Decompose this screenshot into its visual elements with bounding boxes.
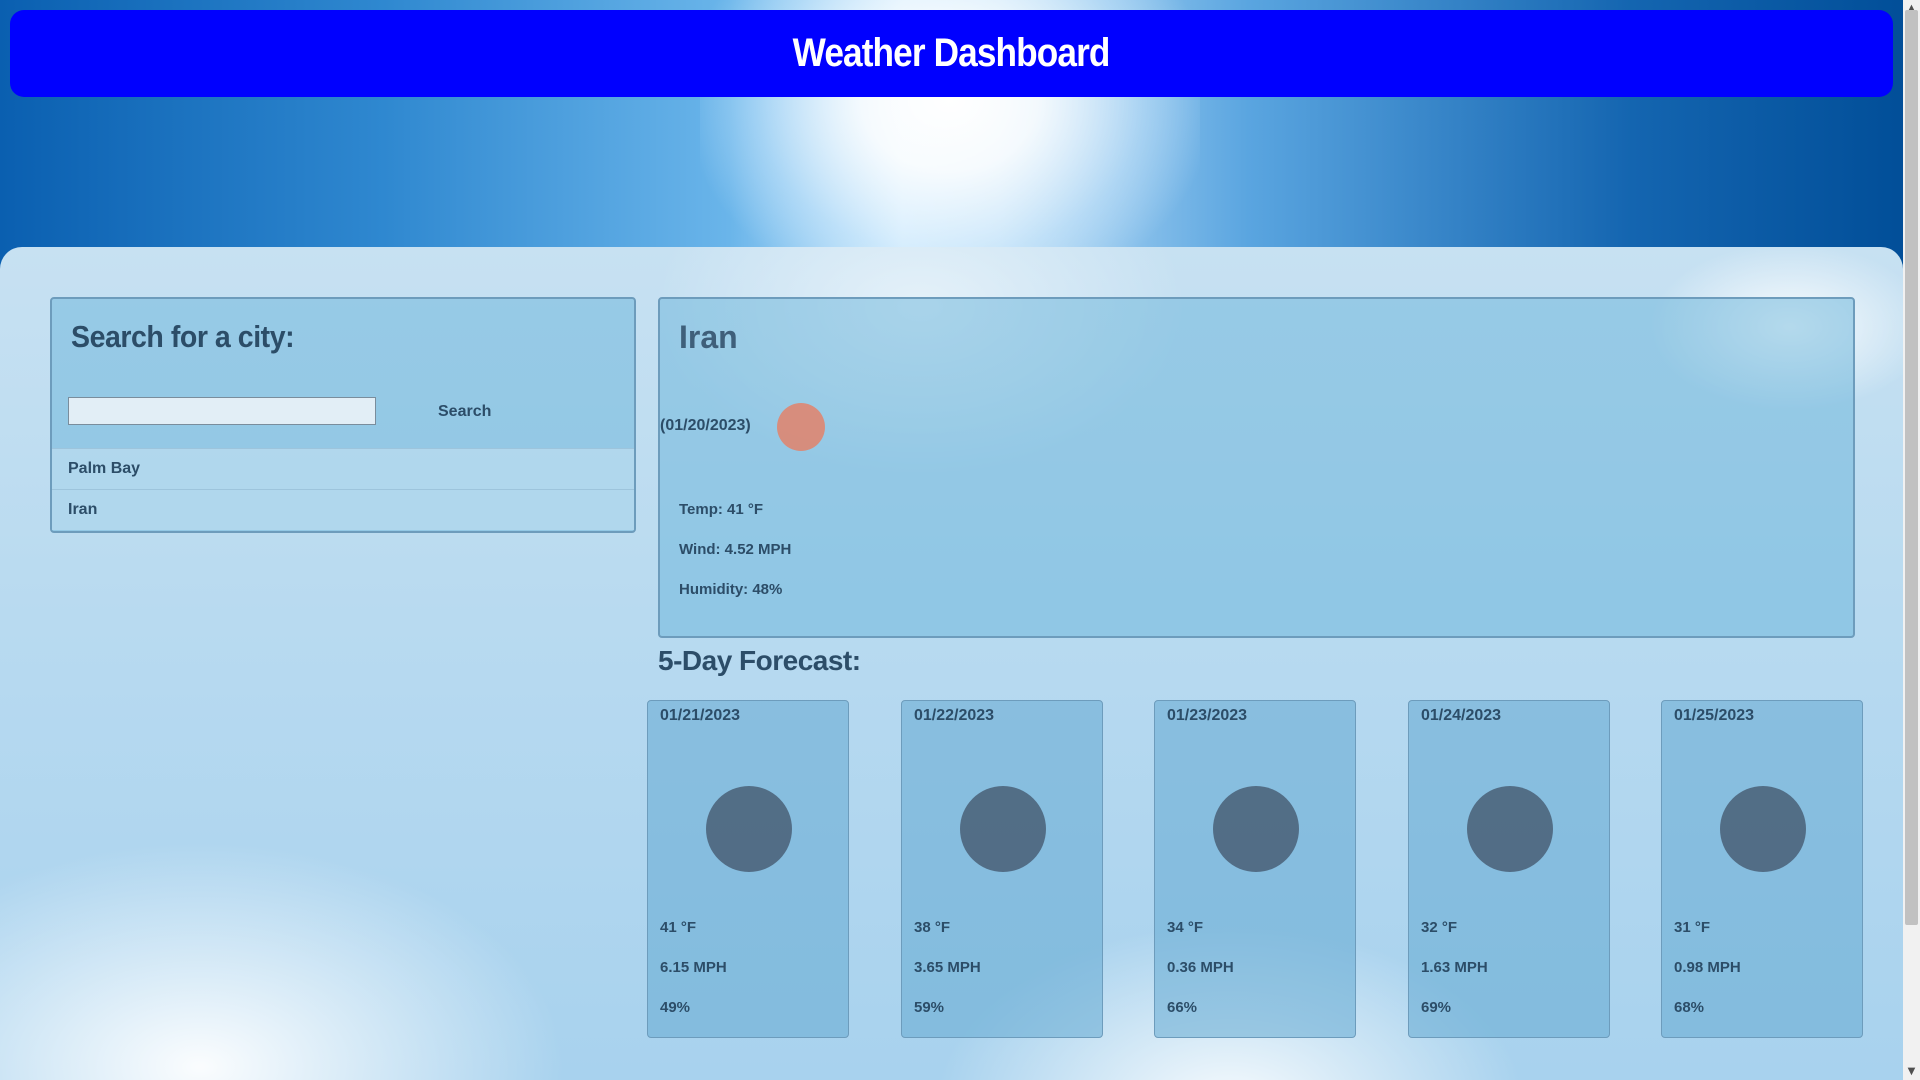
forecast-date: 01/22/2023 bbox=[914, 707, 995, 724]
forecast-humidity: 69% bbox=[1421, 999, 1452, 1016]
forecast-card: 01/24/2023 32 °F 1.63 MPH 69% bbox=[1408, 700, 1610, 1038]
forecast-wind: 3.65 MPH bbox=[914, 959, 981, 976]
forecast-wind: 1.63 MPH bbox=[1421, 959, 1488, 976]
search-button[interactable]: Search bbox=[432, 397, 497, 427]
forecast-weather-icon bbox=[1213, 786, 1299, 872]
forecast-temp: 31 °F bbox=[1674, 919, 1711, 936]
forecast-weather-icon bbox=[960, 786, 1046, 872]
current-city-name: Iran bbox=[679, 319, 738, 355]
forecast-card: 01/21/2023 41 °F 6.15 MPH 49% bbox=[647, 700, 849, 1038]
forecast-humidity: 59% bbox=[914, 999, 945, 1016]
forecast-weather-icon bbox=[1720, 786, 1806, 872]
current-weather-panel: Iran (01/20/2023) Temp: 41 °F Wind: 4.52… bbox=[658, 297, 1855, 638]
forecast-date: 01/24/2023 bbox=[1421, 707, 1502, 724]
forecast-humidity: 68% bbox=[1674, 999, 1705, 1016]
city-search-input[interactable] bbox=[68, 397, 376, 425]
main-content: Search for a city: Search Palm Bay Iran … bbox=[0, 247, 1903, 1080]
forecast-humidity: 66% bbox=[1167, 999, 1198, 1016]
forecast-temp: 38 °F bbox=[914, 919, 951, 936]
forecast-humidity: 49% bbox=[660, 999, 691, 1016]
forecast-wind: 0.98 MPH bbox=[1674, 959, 1741, 976]
history-item-palm-bay[interactable]: Palm Bay bbox=[52, 448, 634, 489]
current-humidity: Humidity: 48% bbox=[679, 581, 783, 598]
forecast-temp: 41 °F bbox=[660, 919, 697, 936]
forecast-card: 01/23/2023 34 °F 0.36 MPH 66% bbox=[1154, 700, 1356, 1038]
search-history-list: Palm Bay Iran bbox=[52, 448, 634, 530]
current-date: (01/20/2023) bbox=[660, 417, 751, 434]
forecast-date: 01/25/2023 bbox=[1674, 707, 1755, 724]
forecast-date: 01/23/2023 bbox=[1167, 707, 1248, 724]
scrollbar-thumb[interactable] bbox=[1905, 10, 1918, 925]
current-weather-icon bbox=[777, 403, 825, 451]
forecast-card: 01/25/2023 31 °F 0.98 MPH 68% bbox=[1661, 700, 1863, 1038]
forecast-date: 01/21/2023 bbox=[660, 707, 741, 724]
page-title: Weather Dashboard bbox=[793, 31, 1111, 75]
current-temp: Temp: 41 °F bbox=[679, 501, 764, 518]
forecast-card: 01/22/2023 38 °F 3.65 MPH 59% bbox=[901, 700, 1103, 1038]
forecast-temp: 34 °F bbox=[1167, 919, 1204, 936]
forecast-weather-icon bbox=[706, 786, 792, 872]
current-wind: Wind: 4.52 MPH bbox=[679, 541, 792, 558]
forecast-weather-icon bbox=[1467, 786, 1553, 872]
history-item-iran[interactable]: Iran bbox=[52, 489, 634, 530]
scroll-down-icon[interactable]: ▼ bbox=[1903, 1063, 1920, 1080]
forecast-title: 5-Day Forecast: bbox=[658, 645, 861, 676]
app-header: Weather Dashboard bbox=[10, 10, 1893, 97]
search-panel: Search for a city: Search Palm Bay Iran bbox=[50, 297, 636, 533]
forecast-wind: 0.36 MPH bbox=[1167, 959, 1234, 976]
search-title: Search for a city: bbox=[71, 319, 295, 354]
forecast-temp: 32 °F bbox=[1421, 919, 1458, 936]
forecast-wind: 6.15 MPH bbox=[660, 959, 727, 976]
vertical-scrollbar[interactable]: ▲ ▼ bbox=[1903, 0, 1920, 1080]
